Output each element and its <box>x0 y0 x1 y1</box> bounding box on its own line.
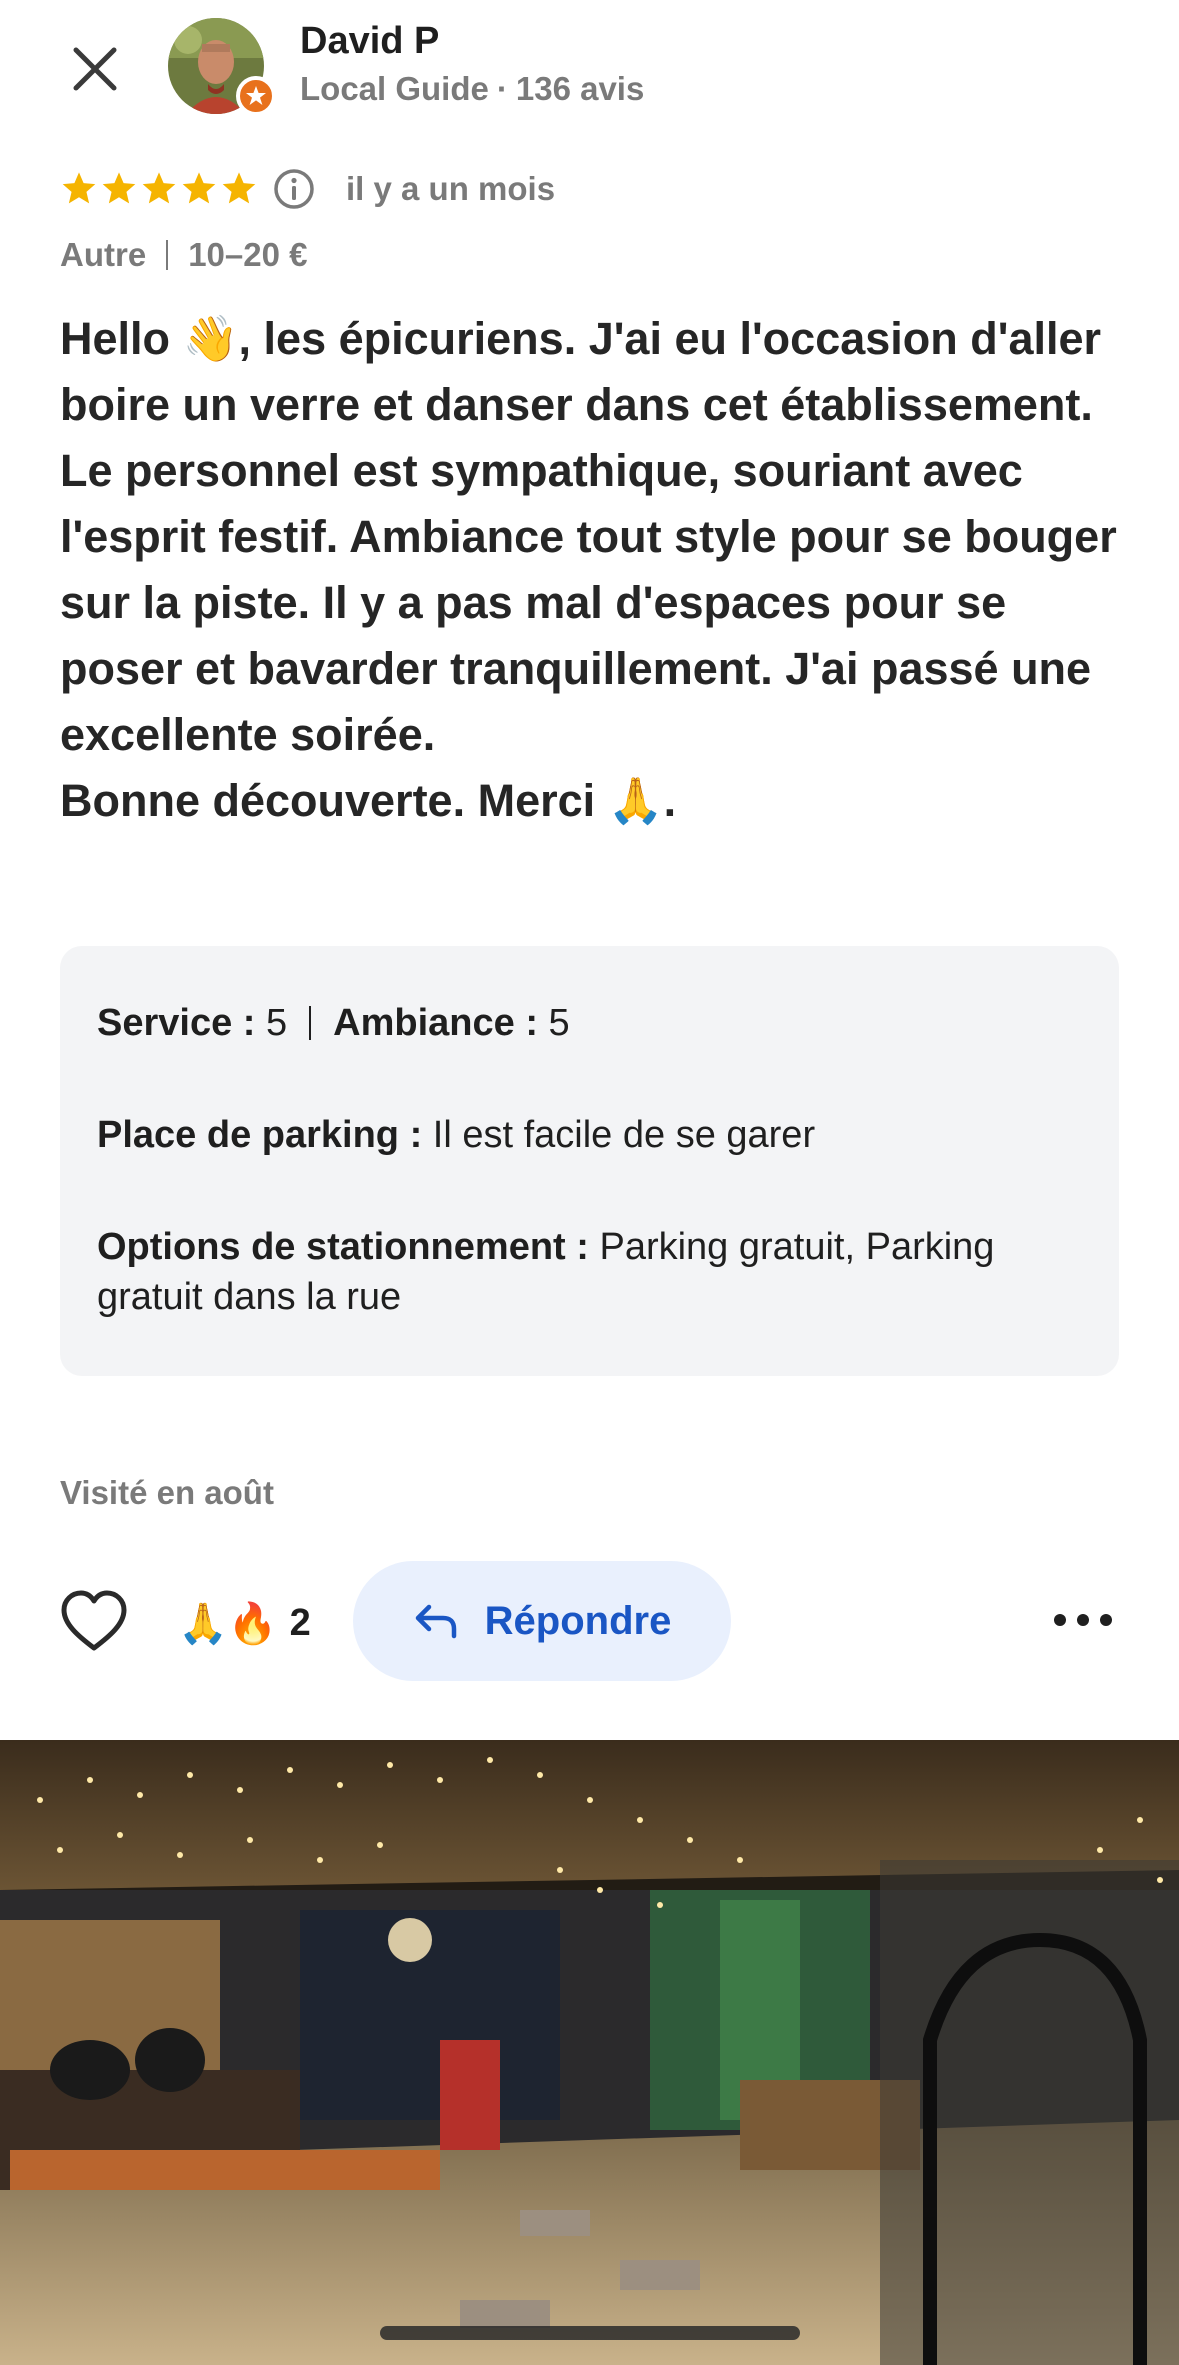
review-details: Service : 5 Ambiance : 5 Place de parking… <box>60 946 1119 1376</box>
review-time-ago: il y a un mois <box>346 170 556 207</box>
detail-divider <box>309 1006 312 1040</box>
close-button[interactable] <box>62 36 128 102</box>
reactions-emoji: 🙏🔥 <box>178 1601 278 1646</box>
parking-detail: Place de parking : Il est facile de se g… <box>97 1110 1087 1160</box>
parking-options-detail: Options de stationnement : Parking gratu… <box>97 1222 1087 1322</box>
user-subtitle: Local Guide · 136 avis <box>300 70 644 108</box>
service-value: 5 <box>266 1002 288 1044</box>
review-text: Hello 👋, les épicuriens. J'ai eu l'occas… <box>60 313 1117 826</box>
parking-value: Il est facile de se garer <box>432 1114 816 1156</box>
reply-label: Répondre <box>484 1598 672 1643</box>
star-icon <box>142 172 176 204</box>
user-name[interactable]: David P <box>300 20 439 63</box>
visited-date: Visité en août <box>60 1474 274 1511</box>
home-indicator[interactable] <box>380 2326 800 2340</box>
rating-row: il y a un mois <box>60 165 555 213</box>
meta-divider <box>166 240 169 270</box>
price-range: 10–20 € <box>188 236 308 273</box>
reactions-count: 2 <box>289 1601 311 1644</box>
parking-label: Place de parking : <box>97 1114 423 1156</box>
review-actions: 🙏🔥 2 Répondre <box>0 1558 1179 1682</box>
info-icon[interactable] <box>272 167 316 211</box>
star-rating <box>60 170 258 208</box>
review-photo[interactable] <box>0 1740 1179 2365</box>
star-icon <box>62 172 96 204</box>
star-icon <box>222 172 256 204</box>
ambiance-label: Ambiance : <box>333 1002 538 1044</box>
review-header: David P Local Guide · 136 avis <box>0 0 1179 150</box>
avatar-container[interactable] <box>168 18 276 116</box>
reply-icon <box>415 1604 456 1639</box>
ambiance-value: 5 <box>548 1002 570 1044</box>
reactions[interactable]: 🙏🔥 2 <box>178 1596 311 1650</box>
review-meta: Autre 10–20 € <box>60 236 307 274</box>
subtitle-separator: · <box>496 70 508 107</box>
heart-icon[interactable] <box>58 1586 130 1658</box>
service-label: Service : <box>97 1002 256 1044</box>
star-icon <box>102 172 136 204</box>
ratings-detail: Service : 5 Ambiance : 5 <box>97 998 1087 1048</box>
parking-options-label: Options de stationnement : <box>97 1226 589 1268</box>
local-guide-badge-icon <box>236 76 276 116</box>
more-options-icon[interactable] <box>1050 1598 1116 1642</box>
visit-category: Autre <box>60 236 147 273</box>
star-icon <box>182 172 216 204</box>
reply-button[interactable]: Répondre <box>353 1561 731 1681</box>
guide-label: Local Guide <box>300 70 489 107</box>
close-icon <box>73 47 117 91</box>
review-count: 136 avis <box>515 70 645 107</box>
